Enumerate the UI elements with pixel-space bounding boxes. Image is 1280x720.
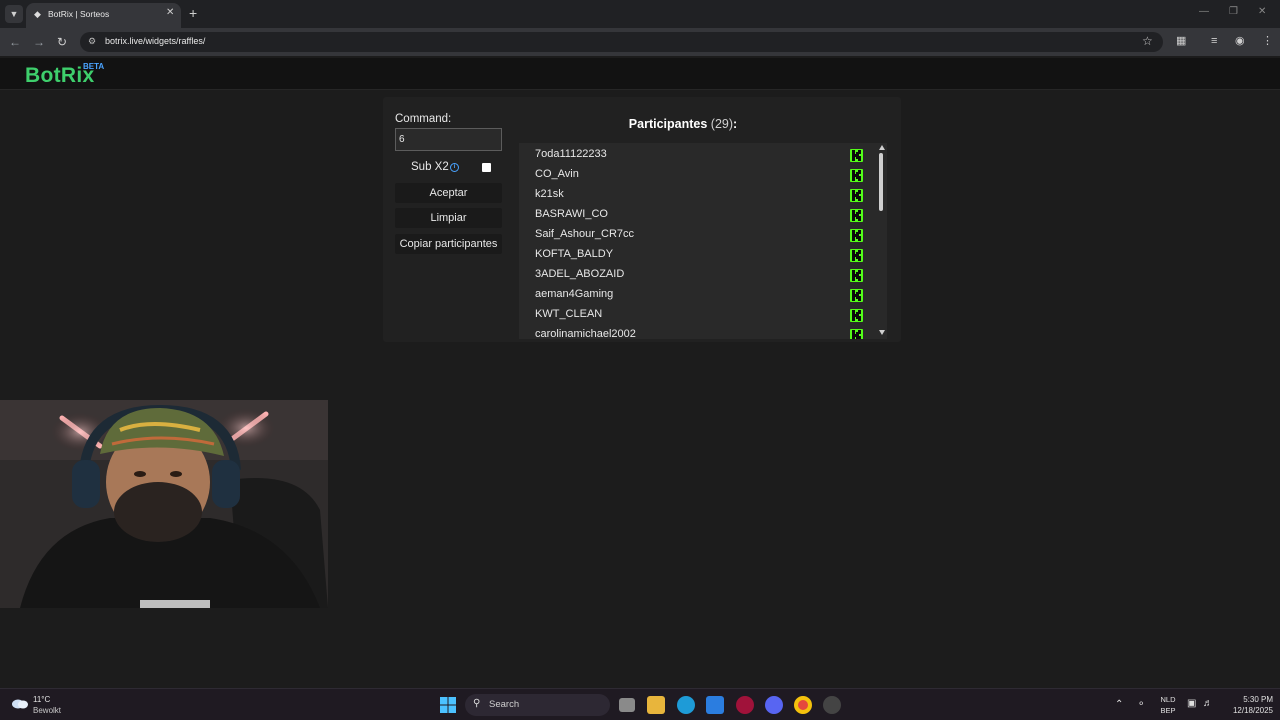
participants-heading: Participantes (29): [518,117,848,131]
sub-x2-checkbox[interactable] [482,163,491,172]
kick-icon [850,229,863,242]
search-icon: ⚲ [473,698,481,709]
participant-name: 7oda11122233 [535,148,607,160]
edge-browser-icon[interactable] [677,696,695,714]
participants-count: (29) [710,117,734,131]
taskbar: 11°C Bewolkt ⚲ Search ⌃ ⚬ NLD BEP ▣ ♬ 5:… [0,688,1280,720]
favicon-icon: ◆ [34,9,41,19]
webcam-image [0,400,328,608]
search-placeholder: Search [489,699,520,710]
close-window-button[interactable]: ✕ [1258,6,1266,17]
raffle-panel: Command: Sub X2 i Aceptar Limpiar Copiar… [383,97,901,342]
beta-badge: BETA [83,62,105,71]
volume-icon[interactable]: ♬ [1203,698,1213,709]
extensions-icon[interactable]: ▦ [1176,34,1186,48]
kick-icon [850,209,863,222]
participant-row[interactable]: BASRAWI_CO [519,205,869,225]
back-arrow-icon[interactable]: ← [9,34,21,50]
info-icon[interactable]: i [450,163,459,172]
browser-tab[interactable]: ◆ BotRix | Sorteos ✕ [26,3,181,28]
reload-icon[interactable]: ↻ [57,34,67,50]
participant-name: KOFTA_BALDY [535,248,614,260]
keyboard-layout[interactable]: BEP [1156,706,1180,715]
microphone-icon[interactable]: ⚬ [1137,699,1145,710]
clock-date: 12/18/2025 [1232,706,1273,715]
task-view-icon[interactable] [619,698,635,712]
participant-name: 3ADEL_ABOZAID [535,268,625,280]
scroll-up-arrow-icon[interactable] [879,145,885,150]
close-tab-icon[interactable]: ✕ [166,7,174,18]
participant-row[interactable]: carolinamichael2002 [519,325,869,339]
browser-toolbar: ← → ↻ ⚙ botrix.live/widgets/raffles/ ☆ ▦… [0,28,1280,56]
participant-name: carolinamichael2002 [535,328,636,339]
clear-button[interactable]: Limpiar [395,208,502,228]
participant-row[interactable]: aeman4Gaming [519,285,869,305]
participant-row[interactable]: KWT_CLEAN [519,305,869,325]
participant-name: BASRAWI_CO [535,208,608,220]
opera-browser-icon[interactable] [736,696,754,714]
participant-name: aeman4Gaming [535,288,614,300]
participants-colon: : [733,117,738,131]
copy-participants-button[interactable]: Copiar participantes [395,234,502,254]
command-label: Command: [395,113,452,125]
taskbar-search[interactable]: ⚲ Search [465,694,610,716]
tab-title: BotRix | Sorteos [48,9,110,19]
accept-button[interactable]: Aceptar [395,183,502,203]
clock-time: 5:30 PM [1243,695,1273,704]
file-explorer-icon[interactable] [647,696,665,714]
participant-name: KWT_CLEAN [535,308,603,320]
microsoft-store-icon[interactable] [706,696,724,714]
sub-x2-label: Sub X2 [411,161,449,173]
profile-icon[interactable]: ◉ [1235,34,1245,48]
participant-row[interactable]: k21sk [519,185,869,205]
new-tab-button[interactable]: + [189,5,197,21]
participant-row[interactable]: 3ADEL_ABOZAID [519,265,869,285]
participant-row[interactable]: 7oda11122233 [519,145,869,165]
address-bar[interactable]: ⚙ botrix.live/widgets/raffles/ ☆ [80,32,1163,52]
maximize-window-button[interactable]: ❐ [1229,6,1238,17]
site-info-icon[interactable]: ⚙ [88,36,96,47]
show-hidden-icons-icon[interactable]: ⌃ [1115,699,1123,710]
media-control-icon[interactable]: ≡ [1211,34,1217,48]
scroll-down-arrow-icon[interactable] [879,330,885,335]
windows-start-icon[interactable] [440,697,456,713]
participants-label: Participantes [628,117,708,131]
participant-name: Saif_Ashour_CR7cc [535,228,635,240]
obs-icon[interactable] [823,696,841,714]
cloud-icon [12,699,28,709]
kick-icon [850,189,863,202]
kick-icon [850,329,863,339]
site-header: BotRix BETA [0,58,1280,90]
participants-scrollbar[interactable] [877,143,887,339]
chrome-icon[interactable] [794,696,812,714]
command-input[interactable] [395,128,502,151]
minimize-window-button[interactable]: — [1199,6,1209,17]
bookmark-star-icon[interactable]: ☆ [1142,34,1153,48]
system-clock[interactable]: 5:30 PM 12/18/2025 [1223,694,1273,716]
kick-icon [850,169,863,182]
url-text: botrix.live/widgets/raffles/ [105,36,206,46]
webcam-feed [0,400,328,608]
kick-icon [850,309,863,322]
kick-icon [850,249,863,262]
kick-icon [850,289,863,302]
weather-description: Bewolkt [33,706,62,715]
participant-row[interactable]: Saif_Ashour_CR7cc [519,225,869,245]
browser-titlebar: ▼ ◆ BotRix | Sorteos ✕ + — ❐ ✕ [0,0,1280,28]
participant-row[interactable]: CO_Avin [519,165,869,185]
network-icon[interactable]: ▣ [1187,698,1196,709]
participants-list[interactable]: 7oda11122233 CO_Avin k21sk BASRAWI_CO Saif_A… [519,143,887,339]
browser-menu-icon[interactable]: ⋮ [1262,34,1273,48]
weather-temperature: 11°C [33,695,51,704]
kick-icon [850,149,863,162]
forward-arrow-icon[interactable]: → [33,34,45,50]
scroll-thumb[interactable] [879,153,883,211]
discord-icon[interactable] [765,696,783,714]
kick-icon [850,269,863,282]
tab-search-button[interactable]: ▼ [5,5,23,23]
participant-name: k21sk [535,188,564,200]
participant-name: CO_Avin [535,168,579,180]
participant-row[interactable]: KOFTA_BALDY [519,245,869,265]
language-code[interactable]: NLD [1156,695,1180,704]
